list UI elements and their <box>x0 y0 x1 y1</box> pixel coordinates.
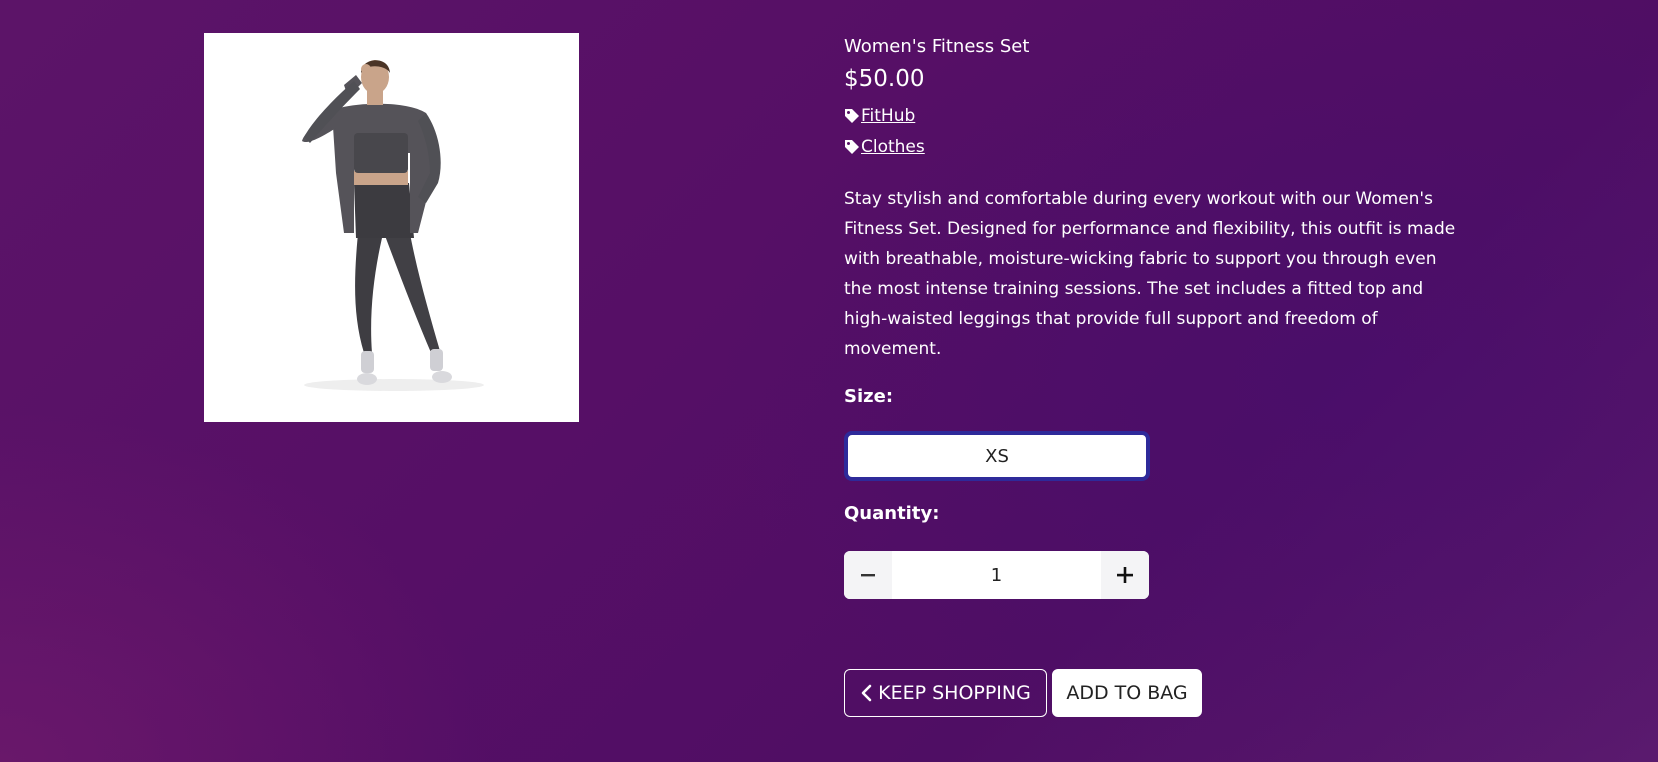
size-select[interactable]: XS <box>844 431 1150 481</box>
quantity-increase-button[interactable] <box>1101 551 1149 599</box>
product-price: $50.00 <box>844 66 925 92</box>
add-to-bag-button[interactable]: ADD TO BAG <box>1052 669 1202 717</box>
minus-icon <box>861 574 875 577</box>
product-description: Stay stylish and comfortable during ever… <box>844 189 1456 359</box>
tag-icon <box>845 140 859 154</box>
plus-icon <box>1117 567 1133 583</box>
keep-shopping-button[interactable]: KEEP SHOPPING <box>844 669 1047 717</box>
add-to-bag-label: ADD TO BAG <box>1066 682 1188 704</box>
quantity-label: Quantity: <box>844 503 940 524</box>
category-tag: Clothes <box>844 137 925 157</box>
size-selected-value: XS <box>985 445 1009 467</box>
brand-link[interactable]: FitHub <box>861 106 915 126</box>
tag-icon <box>845 109 859 123</box>
size-label: Size: <box>844 386 894 407</box>
category-link[interactable]: Clothes <box>861 137 925 157</box>
brand-tag: FitHub <box>844 106 915 126</box>
quantity-decrease-button[interactable] <box>844 551 892 599</box>
keep-shopping-label: KEEP SHOPPING <box>878 682 1031 704</box>
product-photo <box>204 33 579 422</box>
quantity-input[interactable]: 1 <box>892 551 1101 599</box>
quantity-stepper: 1 <box>844 551 1149 599</box>
product-image <box>204 33 579 422</box>
product-title: Women's Fitness Set <box>844 36 1030 57</box>
chevron-left-icon <box>861 684 872 702</box>
